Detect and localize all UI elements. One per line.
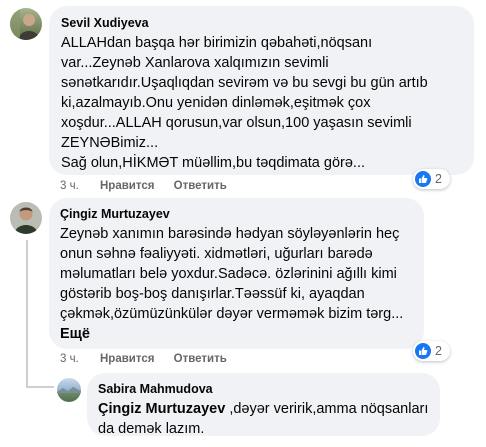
reply-text-line: da demək lazım. [98,421,205,437]
comment-chingiz: Çingiz Murtuzayev Zeynəb xanımın barəsin… [0,196,486,371]
comment-text-line: var...Zeynəb Xanlarova xalqımızın seviml… [61,55,329,71]
comment-text-line: xoşdur...ALLAH qorusun,var olsun,100 yaş… [61,115,412,131]
thumbs-up-icon [415,171,431,187]
like-button[interactable]: Нравится [100,180,154,192]
avatar[interactable] [57,378,81,402]
reaction-badge[interactable]: 2 [413,169,450,189]
comment-text-line: sənətkarıdır.Uşaqlıqdan sevirəm və bu se… [61,75,428,91]
comment-text-line: onun səhnə fəaliyyəti. xidmətləri, uğurl… [60,246,373,262]
comment-time[interactable]: 3 ч. [60,353,79,365]
like-button[interactable]: Нравится [100,353,154,365]
comment-text: Zeynəb xanımın barəsində hədyan söyləyən… [60,224,413,324]
comment-text-line: məlumatları belə yoxdur.Sadəcə. özlərini… [60,266,397,282]
comment-text-line: çəkmək,özümüzünkülər dəyər verməmək bizi… [60,306,404,322]
comment-bubble: Sevil Xudiyeva ALLAHdan başqa hər birimi… [49,6,474,175]
reply-bubble: Sabira Mahmudova Çingiz Murtuzayev ,dəyə… [87,373,440,439]
comment-text-line: Sağ olun,HİKMƏT müəllim,bu təqdimata gör… [61,155,366,171]
comment-text-line: göstərib boş-boş danışırlar.Təəssüf ki, … [60,286,365,302]
avatar[interactable] [10,8,42,40]
comment-text-line: ki,azalmayıb.Onu yenidən dinləmək,eşitmə… [61,95,371,111]
reaction-badge[interactable]: 2 [413,341,450,361]
comment-sevil: Sevil Xudiyeva ALLAHdan başqa hər birimi… [0,0,486,195]
comment-author[interactable]: Çingiz Murtuzayev [60,206,413,222]
comment-bubble: Çingiz Murtuzayev Zeynəb xanımın barəsin… [49,198,424,349]
thread-connector [26,240,28,388]
reaction-count: 2 [435,172,442,186]
thumbs-up-icon [415,343,431,359]
see-more-link[interactable]: Ещё [60,324,413,344]
reply-sabira: Sabira Mahmudova Çingiz Murtuzayev ,dəyə… [0,372,486,447]
comment-actions: 3 ч. Нравится Ответить [60,353,227,365]
reply-text: Çingiz Murtuzayev ,dəyər veririk,amma nö… [98,399,429,439]
comment-author[interactable]: Sevil Xudiyeva [61,15,462,31]
comment-text: ALLAHdan başqa hər birimizin qəbahəti,nö… [61,33,462,173]
reply-button[interactable]: Ответить [174,180,227,192]
reply-author[interactable]: Sabira Mahmudova [98,381,429,397]
reaction-count: 2 [435,344,442,358]
comment-time[interactable]: 3 ч. [60,180,79,192]
reply-button[interactable]: Ответить [174,353,227,365]
reply-text-fragment: ,dəyər veririk,amma nöqsanları [225,401,429,417]
comment-text-line: Zeynəb xanımın barəsində hədyan söyləyən… [60,226,400,242]
comment-actions: 3 ч. Нравится Ответить [60,180,227,192]
reply-text-line: Çingiz Murtuzayev ,dəyər veririk,amma nö… [98,399,429,419]
avatar[interactable] [10,202,42,234]
mention-link[interactable]: Çingiz Murtuzayev [98,401,225,417]
comment-text-line: ZEYNƏBimiz... [61,135,159,151]
comment-text-line: ALLAHdan başqa hər birimizin qəbahəti,nö… [61,35,373,51]
